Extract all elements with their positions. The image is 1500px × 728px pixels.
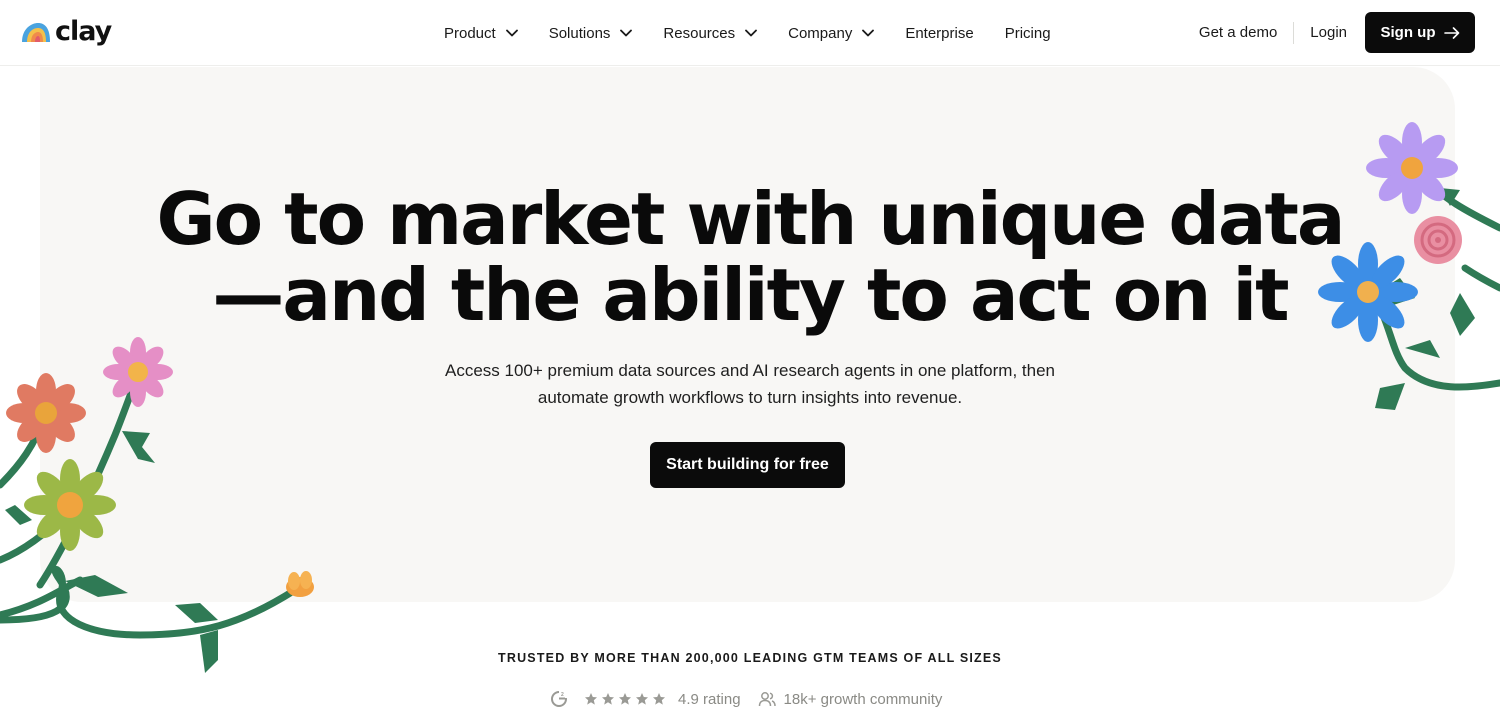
rating-text: 4.9 rating bbox=[678, 690, 741, 708]
chevron-down-icon bbox=[505, 29, 518, 37]
brand-name: clay bbox=[55, 16, 112, 47]
people-icon bbox=[758, 692, 776, 707]
nav-item-label: Resources bbox=[663, 24, 736, 42]
social-proof-row: 2 4.9 rating 18k+ growth community bbox=[550, 688, 942, 710]
nav-divider bbox=[1293, 21, 1295, 44]
login-link[interactable]: Login bbox=[1310, 24, 1347, 41]
nav-item-pricing[interactable]: Pricing bbox=[1005, 25, 1051, 42]
nav-item-company[interactable]: Company bbox=[788, 24, 875, 42]
subtext-line-2: automate growth workflows to turn insigh… bbox=[537, 388, 963, 407]
rainbow-logo-icon bbox=[22, 23, 50, 42]
trusted-by-text: TRUSTED BY MORE THAN 200,000 LEADING GTM… bbox=[498, 651, 1002, 665]
hero-subtext: Access 100+ premium data sources and AI … bbox=[0, 357, 1500, 411]
subtext-line-1: Access 100+ premium data sources and AI … bbox=[445, 361, 1055, 380]
arrow-right-icon bbox=[1443, 26, 1459, 39]
star-icon bbox=[585, 693, 597, 705]
nav-item-label: Pricing bbox=[1004, 24, 1051, 42]
top-navbar: clay Product Solutions Resources Company… bbox=[0, 0, 1500, 66]
headline-line-1: Go to market with unique data bbox=[156, 177, 1346, 261]
rating-stars bbox=[584, 692, 666, 706]
nav-item-label: Solutions bbox=[548, 24, 611, 42]
star-icon bbox=[636, 693, 648, 705]
nav-item-label: Company bbox=[788, 24, 853, 42]
star-icon bbox=[602, 693, 614, 705]
nav-item-solutions[interactable]: Solutions bbox=[549, 25, 633, 42]
nav-item-product[interactable]: Product bbox=[444, 25, 518, 42]
headline-line-2: —and the ability to act on it bbox=[212, 253, 1289, 337]
sign-up-button[interactable]: Sign up bbox=[1365, 12, 1475, 53]
g2-logo-icon: 2 bbox=[551, 691, 568, 707]
svg-text:2: 2 bbox=[561, 692, 564, 698]
sign-up-label: Sign up bbox=[1380, 24, 1436, 41]
nav-item-resources[interactable]: Resources bbox=[663, 24, 758, 42]
nav-item-label: Enterprise bbox=[905, 24, 974, 42]
hero-headline: Go to market with unique data —and the a… bbox=[0, 181, 1500, 333]
star-icon bbox=[653, 693, 665, 705]
clay-logo[interactable]: clay bbox=[20, 16, 112, 47]
nav-actions: Get a demo Login Sign up bbox=[1199, 12, 1475, 53]
chevron-down-icon bbox=[862, 29, 875, 37]
community-text: 18k+ growth community bbox=[783, 690, 943, 708]
nav-item-enterprise[interactable]: Enterprise bbox=[905, 25, 973, 42]
chevron-down-icon bbox=[620, 29, 633, 37]
start-building-button[interactable]: Start building for free bbox=[650, 442, 845, 488]
get-demo-link[interactable]: Get a demo bbox=[1199, 24, 1277, 41]
main-menu: Product Solutions Resources Company Ente… bbox=[444, 21, 1051, 45]
chevron-down-icon bbox=[745, 29, 758, 37]
star-icon bbox=[619, 693, 631, 705]
nav-item-label: Product bbox=[444, 24, 496, 42]
